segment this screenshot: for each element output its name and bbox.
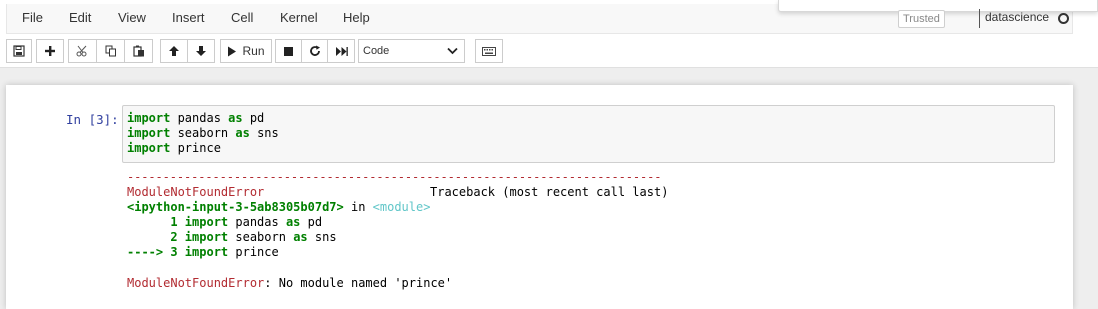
- traceback-divider: ----------------------------------------…: [127, 170, 662, 184]
- kernel-separator: [979, 9, 980, 28]
- kernel-name[interactable]: datascience: [985, 10, 1049, 24]
- traceback-line: 2 import seaborn as sns: [127, 230, 337, 244]
- restart-button[interactable]: [301, 39, 328, 63]
- restart-icon: [309, 45, 320, 56]
- menu-view[interactable]: View: [118, 4, 146, 33]
- restart-run-all-button[interactable]: [327, 39, 355, 63]
- trusted-badge[interactable]: Trusted: [898, 10, 945, 28]
- scissors-icon: [76, 45, 87, 57]
- paste-button[interactable]: [124, 39, 153, 63]
- error-type: ModuleNotFoundError: [127, 185, 265, 199]
- cut-button[interactable]: [68, 39, 97, 63]
- error-message: ModuleNotFoundError: No module named 'pr…: [127, 276, 453, 290]
- code-line: import seaborn as sns: [127, 126, 279, 140]
- plus-icon: [45, 46, 55, 56]
- cell-type-select[interactable]: Code: [358, 39, 465, 63]
- move-down-button[interactable]: [187, 39, 215, 63]
- traceback-line: 1 import pandas as pd: [127, 215, 323, 229]
- menu-cell[interactable]: Cell: [231, 4, 253, 33]
- notebook-header: File Edit View Insert Cell Kernel Help T…: [0, 0, 1098, 68]
- save-icon: [13, 45, 25, 57]
- paste-icon: [132, 45, 144, 57]
- traceback-location: <ipython-input-3-5ab8305b07d7> in <modul…: [127, 200, 431, 214]
- code-line: import prince: [127, 141, 221, 155]
- run-button[interactable]: Run: [220, 39, 272, 63]
- chevron-down-icon: [447, 47, 458, 55]
- menu-insert[interactable]: Insert: [172, 4, 205, 33]
- cell-type-value: Code: [363, 45, 390, 57]
- menu-file[interactable]: File: [22, 4, 43, 33]
- save-button[interactable]: [6, 39, 32, 63]
- arrow-up-icon: [169, 46, 179, 56]
- insert-cell-button[interactable]: [36, 39, 64, 63]
- stop-icon: [284, 46, 293, 56]
- copy-button[interactable]: [96, 39, 125, 63]
- fast-forward-icon: [335, 46, 348, 56]
- run-button-label: Run: [242, 44, 265, 58]
- menu-kernel[interactable]: Kernel: [280, 4, 318, 33]
- menu-edit[interactable]: Edit: [69, 4, 91, 33]
- arrow-down-icon: [196, 46, 206, 56]
- kernel-idle-icon: [1058, 13, 1069, 24]
- interrupt-button[interactable]: [275, 39, 302, 63]
- copy-icon: [105, 45, 116, 57]
- move-up-button[interactable]: [160, 39, 188, 63]
- menu-help[interactable]: Help: [343, 4, 370, 33]
- keyboard-icon: [482, 46, 496, 56]
- input-prompt: In [3]:: [66, 112, 119, 127]
- traceback-header: ModuleNotFoundError Traceback (most recen…: [127, 185, 668, 200]
- traceback-label: Traceback (most recent call last): [430, 185, 669, 199]
- play-icon: [228, 46, 237, 56]
- code-line: import pandas as pd: [127, 111, 265, 125]
- command-palette-button[interactable]: [475, 39, 503, 63]
- traceback-line: ----> 3 import prince: [127, 245, 279, 259]
